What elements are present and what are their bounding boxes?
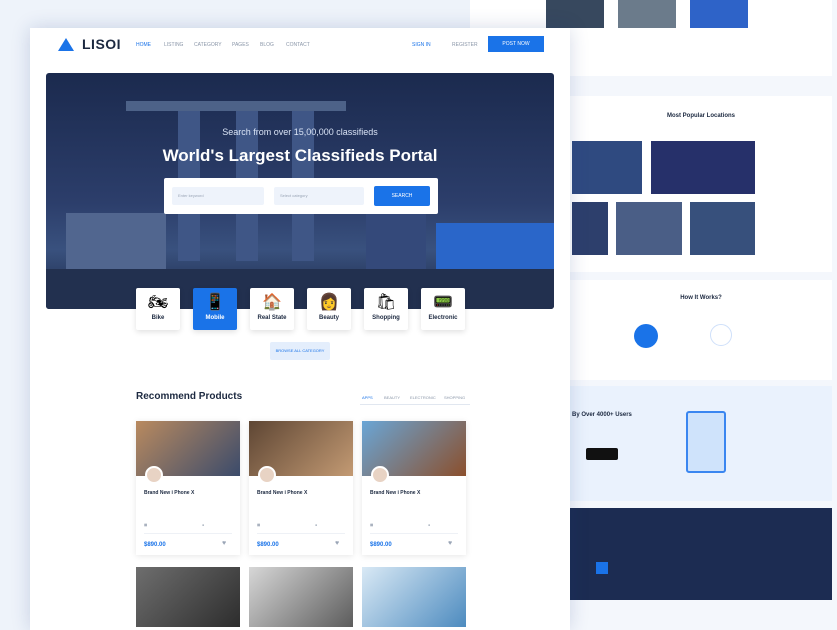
hero-subtitle: Search from over 15,00,000 classifieds xyxy=(222,127,378,137)
building xyxy=(66,213,166,269)
location-card xyxy=(651,141,755,194)
nav-pages[interactable]: PAGES xyxy=(232,42,249,48)
motorbike-icon: 🏍 xyxy=(147,294,169,311)
card-divider xyxy=(144,533,232,534)
step-icon xyxy=(710,324,732,346)
heart-icon[interactable]: ♥ xyxy=(448,540,452,547)
search-button[interactable]: SEARCH xyxy=(374,186,430,206)
app-store-badge[interactable] xyxy=(586,448,618,460)
recommend-title: Recommend Products xyxy=(136,391,243,402)
category-electronic[interactable]: 📟 Electronic xyxy=(421,288,465,330)
electronic-icon: 📟 xyxy=(433,294,453,311)
product-image[interactable] xyxy=(249,567,353,627)
popular-locations-section: Most Popular Locations xyxy=(570,96,832,272)
product-card[interactable]: Brand New i Phone X ▦ ● $890.00 ♥ xyxy=(362,421,466,555)
category-meta-icon: ▦ xyxy=(144,523,148,527)
skypark-deck xyxy=(126,101,346,111)
post-now-button[interactable]: POST NOW xyxy=(488,36,544,52)
step-icon xyxy=(634,324,658,348)
category-real-state[interactable]: 🏠 Real State xyxy=(250,288,294,330)
product-title: Brand New i Phone X xyxy=(370,490,421,496)
section-title: By Over 4000+ Users xyxy=(572,412,632,418)
newsletter-button[interactable] xyxy=(596,562,608,574)
location-pin-icon: ● xyxy=(202,523,205,527)
strip-image xyxy=(546,0,604,28)
category-shopping[interactable]: 🛍 Shopping xyxy=(364,288,408,330)
product-price: $890.00 xyxy=(370,542,392,548)
hero-title: World's Largest Classifieds Portal xyxy=(162,146,438,165)
brand-name[interactable]: LISOI xyxy=(82,36,121,52)
category-beauty[interactable]: 👩 Beauty xyxy=(307,288,351,330)
browse-all-category-button[interactable]: BROWSE ALL CATEGORY xyxy=(270,342,330,360)
tab-beauty[interactable]: BEAUTY xyxy=(384,395,400,400)
card-divider xyxy=(370,533,458,534)
product-price: $890.00 xyxy=(257,542,279,548)
search-panel: Enter keyword Select category SEARCH xyxy=(164,178,438,214)
tab-electronic[interactable]: ELECTRONIC xyxy=(410,395,436,400)
nav-category[interactable]: CATEGORY xyxy=(194,42,222,48)
shopping-icon: 🛍 xyxy=(375,294,397,311)
nav-blog[interactable]: BLOG xyxy=(260,42,274,48)
nav-listing[interactable]: LISTING xyxy=(164,42,183,48)
product-image[interactable] xyxy=(362,567,466,627)
sign-in-link[interactable]: SIGN IN xyxy=(412,42,431,48)
tab-shopping[interactable]: SHOPPING xyxy=(444,395,465,400)
location-card xyxy=(572,141,642,194)
strip-image xyxy=(690,0,748,28)
how-it-works-section: How It Works? xyxy=(570,280,832,380)
woman-icon: 👩 xyxy=(319,294,339,311)
product-price: $890.00 xyxy=(144,542,166,548)
category-mobile[interactable]: 📱 Mobile xyxy=(193,288,237,330)
product-title: Brand New i Phone X xyxy=(257,490,308,496)
category-bike[interactable]: 🏍 Bike xyxy=(136,288,180,330)
tab-divider xyxy=(360,404,470,405)
product-image[interactable] xyxy=(136,567,240,627)
location-card xyxy=(690,202,755,255)
users-section: By Over 4000+ Users xyxy=(570,386,832,501)
category-select[interactable]: Select category xyxy=(274,187,364,205)
card-divider xyxy=(257,533,345,534)
product-card[interactable]: Brand New i Phone X ▦ ● $890.00 ♥ xyxy=(136,421,240,555)
lit-building xyxy=(436,223,554,269)
hero-banner: Search from over 15,00,000 classifieds W… xyxy=(46,73,554,309)
location-pin-icon: ● xyxy=(428,523,431,527)
avatar xyxy=(258,466,276,484)
water xyxy=(46,269,554,309)
strip-image xyxy=(618,0,676,28)
category-meta-icon: ▦ xyxy=(257,523,261,527)
navbar: LISOI HOME LISTING CATEGORY PAGES BLOG C… xyxy=(30,28,570,62)
tab-apps[interactable]: APPS xyxy=(362,395,373,400)
location-card xyxy=(616,202,682,255)
heart-icon[interactable]: ♥ xyxy=(335,540,339,547)
location-card xyxy=(572,202,608,255)
category-meta-icon: ▦ xyxy=(370,523,374,527)
section-title: Most Popular Locations xyxy=(666,113,735,119)
nav-home[interactable]: HOME xyxy=(136,42,151,48)
product-card[interactable]: Brand New i Phone X ▦ ● $890.00 ♥ xyxy=(249,421,353,555)
main-page: LISOI HOME LISTING CATEGORY PAGES BLOG C… xyxy=(30,28,570,630)
location-pin-icon: ● xyxy=(315,523,318,527)
product-title: Brand New i Phone X xyxy=(144,490,195,496)
phone-illustration xyxy=(686,411,726,473)
house-icon: 🏠 xyxy=(262,294,282,311)
logo-icon xyxy=(58,38,74,51)
footer xyxy=(570,508,832,600)
avatar xyxy=(371,466,389,484)
avatar xyxy=(145,466,163,484)
section-title: How It Works? xyxy=(680,295,722,301)
register-link[interactable]: REGISTER xyxy=(452,42,478,48)
keyword-input[interactable]: Enter keyword xyxy=(172,187,264,205)
heart-icon[interactable]: ♥ xyxy=(222,540,226,547)
mobile-icon: 📱 xyxy=(205,294,225,311)
nav-contact[interactable]: CONTACT xyxy=(286,42,310,48)
